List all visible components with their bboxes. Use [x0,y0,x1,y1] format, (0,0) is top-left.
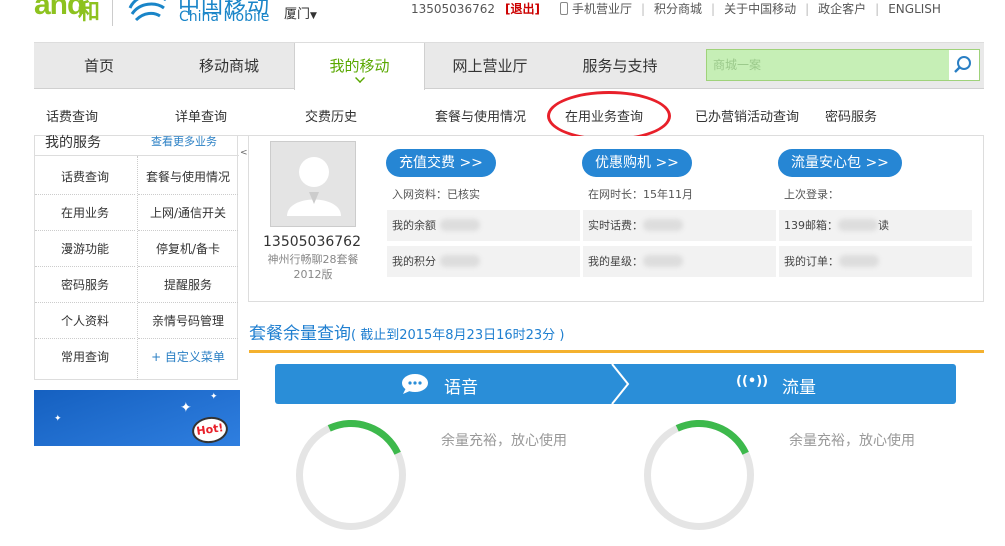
data-pack-button[interactable]: 流量安心包 >> [778,149,902,177]
highlight-circle [547,91,671,141]
last-login: 上次登录： [784,188,839,201]
voice-gauge [280,404,422,546]
phone-deal-button[interactable]: 优惠购机 >> [582,149,692,177]
phone-icon [559,2,568,15]
about-link[interactable]: 关于中国移动 [724,0,796,17]
tab-home[interactable]: 首页 [34,43,164,89]
sidebar: 我的服务 查看更多业务 话费查询 套餐与使用情况 在用业务 上网/通信开关 漫游… [34,133,239,380]
tab-online-hall[interactable]: 网上营业厅 [425,43,555,89]
sidebar-item-suspend[interactable]: 停复机/备卡 [138,231,238,267]
mailbox-box[interactable]: 139邮箱：读 [779,210,972,241]
link-separator: | [711,1,716,16]
english-link[interactable]: ENGLISH [888,2,941,16]
link-separator: | [805,1,810,16]
sidebar-item-plan[interactable]: 套餐与使用情况 [138,159,238,195]
query-timestamp: ( 截止到2015年8月23日16时23分 ) [351,328,565,343]
sidebar-item-profile[interactable]: 个人资料 [35,303,135,339]
sidebar-item-custom-menu[interactable]: + 自定义菜单 [138,339,238,375]
user-plan: 神州行畅聊28套餐2012版 [267,253,359,281]
tab-mall[interactable]: 移动商城 [164,43,294,89]
and-logo[interactable]: and [34,0,85,22]
sidebar-item-family-numbers[interactable]: 亲情号码管理 [138,303,238,339]
realtime-fee-box[interactable]: 实时话费： [583,210,776,241]
tab-service-support[interactable]: 服务与支持 [555,43,685,89]
link-separator: | [875,1,880,16]
user-number: 13505036762 [263,234,361,250]
account-verified: 入网资料：已核实 [392,188,480,201]
masked-value [439,255,480,267]
masked-value [839,255,879,267]
tab-separator-arrow-icon [611,364,630,404]
more-services-link[interactable]: 查看更多业务 [151,133,217,149]
brand-name-en: China Mobile [179,9,270,25]
sidebar-item-services[interactable]: 在用业务 [35,195,135,231]
sidebar-item-roaming[interactable]: 漫游功能 [35,231,135,267]
star-icon: ✦ [180,400,192,416]
section-title: 套餐余量查询( 截止到2015年8月23日16时23分 ) [249,324,565,344]
sidebar-item-network-switch[interactable]: 上网/通信开关 [138,195,238,231]
masked-value [439,219,480,231]
user-icon [287,157,341,216]
subnav-detail-query[interactable]: 详单查询 [175,106,227,125]
sidebar-item-common[interactable]: 常用查询 [35,339,135,375]
data-gauge [628,404,770,546]
dropdown-caret-icon: ▼ [310,11,317,21]
points-mall-link[interactable]: 积分商城 [654,0,702,17]
mobile-hall-link[interactable]: 手机营业厅 [559,0,632,17]
hot-badge: Hot! [190,414,230,446]
sidebar-item-bill[interactable]: 话费查询 [35,159,135,195]
sidebar-item-reminder[interactable]: 提醒服务 [138,267,238,303]
search-icon[interactable] [953,55,973,75]
city-selector[interactable]: 厦门▼ [284,3,317,22]
star-level-box[interactable]: 我的星级： [583,246,776,277]
points-box[interactable]: 我的积分 [387,246,580,277]
tab-voice[interactable]: 语音 [444,373,478,398]
usage-tabbar: 语音 ((•)) 流量 [275,364,956,404]
subnav-marketing-query[interactable]: 已办营销活动查询 [695,106,799,125]
tab-my-mobile[interactable]: 我的移动 [294,43,425,90]
masked-value [838,219,878,231]
star-icon: ✦ [210,392,218,402]
voice-status: 余量充裕，放心使用 [441,433,567,449]
masked-value [643,255,683,267]
gauge-arc [628,404,770,546]
subnav-password-service[interactable]: 密码服务 [825,106,877,125]
subnav-plan-usage[interactable]: 套餐与使用情况 [435,106,526,125]
sidebar-title: 我的服务 [45,135,101,151]
tenure: 在网时长：15年11月 [588,188,693,201]
sub-nav: 话费查询 详单查询 交费历史 套餐与使用情况 在用业务查询 已办营销活动查询 密… [34,90,984,136]
orders-box[interactable]: 我的订单： [779,246,972,277]
tab-data[interactable]: 流量 [782,373,816,398]
sidebar-item-password[interactable]: 密码服务 [35,267,135,303]
avatar [270,141,356,227]
search-input[interactable] [707,50,949,80]
section-divider [249,350,984,353]
logout-link[interactable]: [退出] [505,0,540,17]
link-separator: | [640,1,646,16]
sidebar-header: 我的服务 查看更多业务 [35,133,239,156]
logo-divider [112,0,113,26]
collapse-sidebar-icon[interactable]: < [240,148,248,158]
promo-banner[interactable]: ✦ ✦ ✦ Hot! [34,390,240,446]
top-links: 13505036762 [退出] 手机营业厅 | 积分商城 | 关于中国移动 |… [411,0,941,17]
china-mobile-logo-icon [128,0,166,22]
subnav-bill-query[interactable]: 话费查询 [46,106,98,125]
masked-value [643,219,683,231]
user-phone: 13505036762 [411,1,495,16]
balance-box[interactable]: 我的余额 [387,210,580,241]
subnav-payment-history[interactable]: 交费历史 [305,106,357,125]
main-nav: 首页 移动商城 我的移动 网上营业厅 服务与支持 [34,42,984,90]
gauge-arc [280,404,422,546]
speech-bubble-icon [402,374,428,394]
recharge-button[interactable]: 充值交费 >> [386,149,496,177]
enterprise-link[interactable]: 政企客户 [818,0,866,17]
search-box [706,49,980,81]
data-status: 余量充裕，放心使用 [789,433,915,449]
signal-icon: ((•)) [736,374,769,389]
he-logo-text: 和 [78,0,101,25]
star-icon: ✦ [54,414,62,424]
top-bar: and 和 中国移动 China Mobile 厦门▼ 13505036762 … [0,0,1005,40]
